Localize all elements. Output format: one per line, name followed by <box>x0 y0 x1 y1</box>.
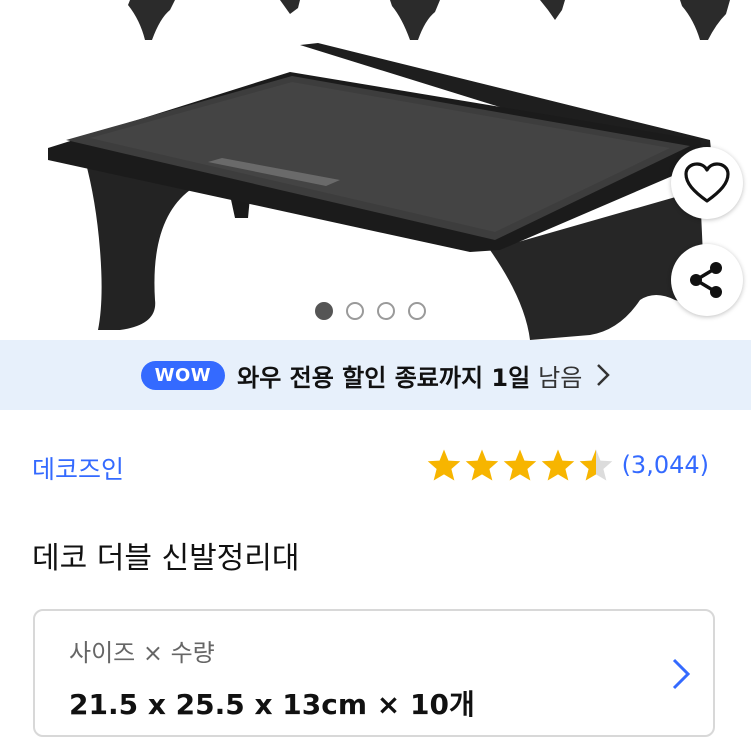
option-label: 사이즈 × 수량 <box>69 639 215 667</box>
wow-badge: WOW <box>140 360 226 390</box>
carousel-dot[interactable] <box>377 302 395 320</box>
carousel-indicator <box>315 302 426 320</box>
share-icon <box>690 262 722 298</box>
star-icon <box>503 449 536 481</box>
carousel-dot[interactable] <box>408 302 426 320</box>
star-icon <box>427 449 460 481</box>
chevron-right-icon <box>596 363 611 387</box>
carousel-dot[interactable] <box>346 302 364 320</box>
star-icon <box>541 449 574 481</box>
star-icon <box>465 449 498 481</box>
chevron-right-icon <box>671 657 691 695</box>
wow-banner-text: 와우 전용 할인 종료까지 1일 <box>237 363 531 392</box>
review-count: (3,044) <box>621 451 709 479</box>
wow-discount-banner[interactable]: WOW 와우 전용 할인 종료까지 1일 남음 <box>0 340 751 410</box>
brand-link[interactable]: 데코즈인 <box>32 450 124 486</box>
option-selector[interactable]: 사이즈 × 수량 21.5 x 25.5 x 13cm × 10개 <box>33 609 715 737</box>
wow-banner-tail: 남음 <box>538 363 583 392</box>
share-button[interactable] <box>671 244 743 316</box>
product-image-carousel[interactable] <box>0 0 751 340</box>
rating-summary[interactable]: (3,044) <box>426 448 709 482</box>
carousel-dot[interactable] <box>315 302 333 320</box>
product-image <box>48 0 730 340</box>
heart-icon <box>684 162 730 203</box>
product-title: 데코 더블 신발정리대 <box>32 541 300 576</box>
wishlist-button[interactable] <box>671 147 743 219</box>
half-star-icon <box>579 449 612 481</box>
option-value: 21.5 x 25.5 x 13cm × 10개 <box>69 688 475 721</box>
star-rating <box>426 448 614 482</box>
